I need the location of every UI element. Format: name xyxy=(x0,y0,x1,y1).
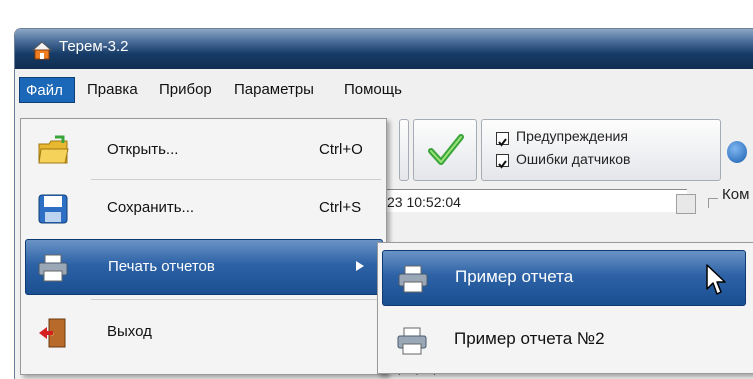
info-icon[interactable] xyxy=(727,141,747,163)
exit-door-icon xyxy=(39,318,66,348)
menu-parameters[interactable]: Параметры xyxy=(228,77,320,103)
menu-item-print-reports-label: Печать отчетов xyxy=(108,258,215,275)
toolbar-button-partial[interactable] xyxy=(399,119,409,181)
warnings-panel: Предупреждения Ошибки датчиков xyxy=(481,119,721,181)
menu-separator xyxy=(91,299,381,300)
menu-item-open-label: Открыть... xyxy=(107,141,179,158)
mouse-cursor-icon xyxy=(706,264,726,295)
menu-item-print-reports[interactable]: Печать отчетов xyxy=(25,239,383,295)
menu-file[interactable]: Файл xyxy=(19,77,75,103)
printer-icon xyxy=(38,254,68,282)
datetime-dropdown-button[interactable] xyxy=(676,194,696,214)
printer-icon xyxy=(398,265,428,293)
file-menu-dropdown: Открыть... Ctrl+O Сохранить... Ctrl+S Пе… xyxy=(20,118,387,375)
menu-item-exit-label: Выход xyxy=(107,323,152,340)
com-label: Ком xyxy=(722,186,750,203)
submenu-item-sample-report-2[interactable]: Пример отчета №2 xyxy=(382,313,744,369)
ok-button[interactable] xyxy=(413,119,477,181)
warnings-checkbox[interactable] xyxy=(496,132,509,147)
menu-item-save-shortcut: Ctrl+S xyxy=(319,199,362,216)
com-checkbox[interactable] xyxy=(708,198,718,208)
submenu-item-sample-report-label: Пример отчета xyxy=(455,267,574,286)
sensor-errors-checkbox[interactable] xyxy=(496,154,509,169)
submenu-arrow-icon xyxy=(356,261,364,271)
warnings-label: Предупреждения xyxy=(516,128,628,144)
title-bar[interactable]: Терем-3.2 xyxy=(15,29,753,69)
menu-item-exit[interactable]: Выход xyxy=(21,305,386,361)
submenu-item-sample-report[interactable]: Пример отчета xyxy=(382,250,746,306)
menu-edit[interactable]: Правка xyxy=(81,77,144,103)
print-submenu: Пример отчета Пример отчета №2 xyxy=(377,242,753,374)
window-title: Терем-3.2 xyxy=(59,38,129,55)
menu-item-save-label: Сохранить... xyxy=(107,199,195,216)
datetime-field[interactable]: 23 10:52:04 xyxy=(384,189,687,212)
open-folder-icon xyxy=(38,135,69,164)
menu-item-open[interactable]: Открыть... Ctrl+O xyxy=(21,123,386,179)
menu-help[interactable]: Помощь xyxy=(338,77,408,103)
green-check-icon xyxy=(428,134,464,165)
printer-icon xyxy=(397,327,427,355)
sensor-errors-label: Ошибки датчиков xyxy=(516,151,631,167)
menu-separator xyxy=(91,179,381,180)
house-icon xyxy=(31,41,53,60)
menu-bar: Файл Правка Прибор Параметры Помощь xyxy=(15,69,753,109)
menu-device[interactable]: Прибор xyxy=(153,77,218,103)
submenu-item-sample-report-2-label: Пример отчета №2 xyxy=(454,329,605,348)
menu-item-save[interactable]: Сохранить... Ctrl+S xyxy=(21,181,386,237)
menu-item-open-shortcut: Ctrl+O xyxy=(319,141,363,158)
floppy-disk-icon xyxy=(38,194,68,224)
